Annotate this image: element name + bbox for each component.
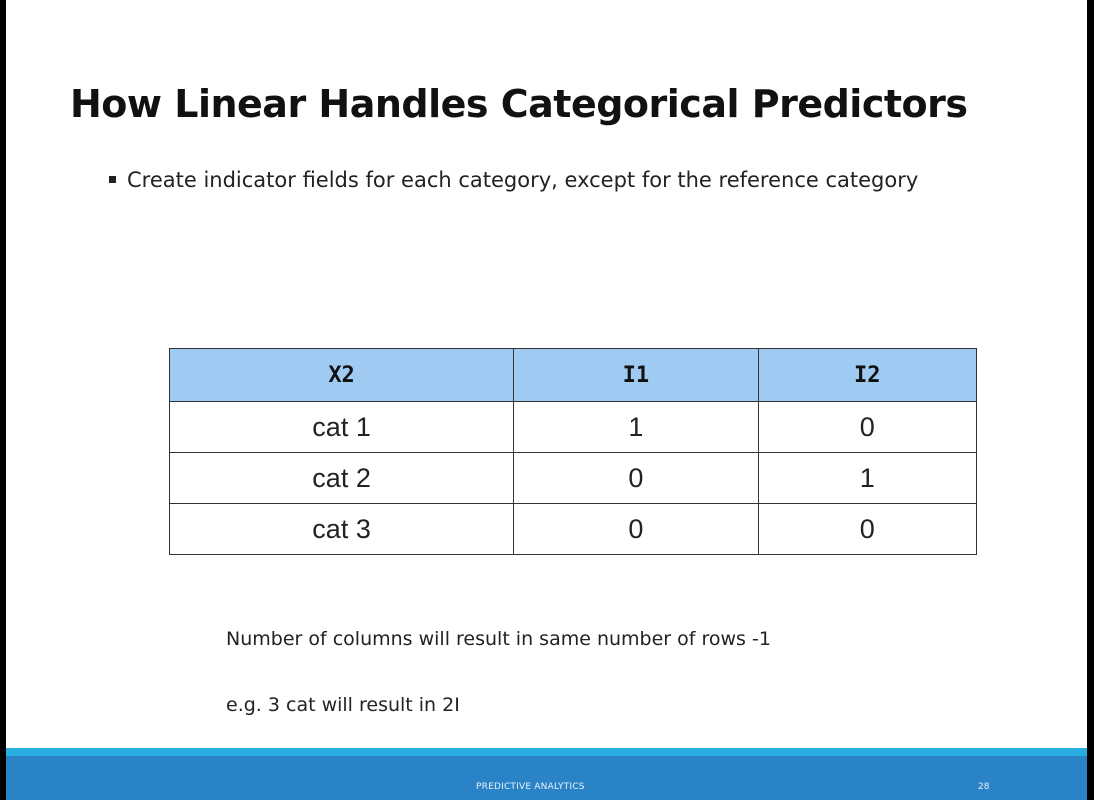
table-cell: cat 2 <box>168 452 515 504</box>
table-cell: 1 <box>757 452 978 504</box>
slide-title: How Linear Handles Categorical Predictor… <box>70 82 968 126</box>
note-example: e.g. 3 cat will result in 2I <box>226 694 460 716</box>
header-cell-x2: X2 <box>168 348 515 402</box>
table-cell: 1 <box>513 401 759 453</box>
table-row: cat 1 1 0 <box>168 401 978 453</box>
table-cell: 0 <box>513 503 759 555</box>
indicator-table: X2 I1 I2 cat 1 1 0 cat 2 0 1 cat 3 0 0 <box>168 348 978 555</box>
footer-label: PREDICTIVE ANALYTICS <box>476 782 585 792</box>
table-cell: 0 <box>513 452 759 504</box>
header-cell-i1: I1 <box>513 348 759 402</box>
note-columns-rows: Number of columns will result in same nu… <box>226 628 771 650</box>
bullet-square-icon <box>109 175 116 183</box>
slide: How Linear Handles Categorical Predictor… <box>6 0 1087 800</box>
bullet-item: Create indicator fields for each categor… <box>109 168 918 192</box>
footer-stripe <box>6 748 1087 756</box>
table-cell: 0 <box>757 503 978 555</box>
page-number: 28 <box>978 782 990 792</box>
table-cell: 0 <box>757 401 978 453</box>
table-cell: cat 1 <box>168 401 515 453</box>
table-header-row: X2 I1 I2 <box>168 348 978 402</box>
table-row: cat 3 0 0 <box>168 503 978 555</box>
bullet-text: Create indicator fields for each categor… <box>127 168 919 192</box>
table-cell: cat 3 <box>168 503 515 555</box>
header-cell-i2: I2 <box>757 348 978 402</box>
table-row: cat 2 0 1 <box>168 452 978 504</box>
slide-footer: PREDICTIVE ANALYTICS 28 <box>6 756 1087 800</box>
